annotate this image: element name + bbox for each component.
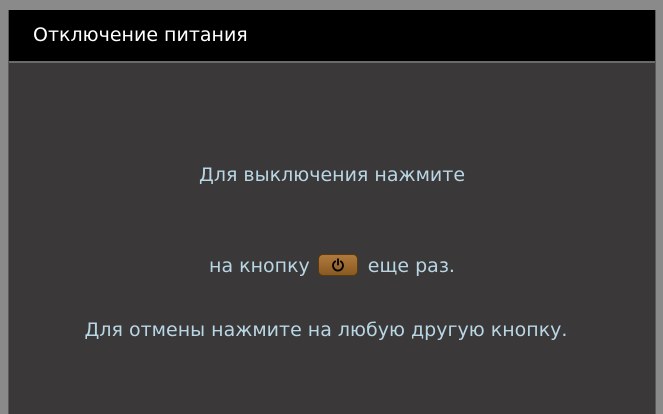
- instruction-line-2-before: на кнопку: [209, 255, 310, 277]
- instruction-line-1: Для выключения нажмите: [198, 164, 466, 186]
- title-bar: Отключение питания: [9, 10, 655, 63]
- power-icon: [331, 257, 344, 271]
- power-key-icon: [317, 253, 358, 276]
- screen-frame: Отключение питания Для выключения нажмит…: [0, 0, 663, 414]
- dialog-title: Отключение питания: [33, 24, 248, 46]
- power-off-dialog: Отключение питания Для выключения нажмит…: [8, 10, 656, 414]
- cancel-instruction: Для отмены нажмите на любую другую кнопк…: [84, 319, 568, 341]
- instruction-line-2: на кнопку еще раз.: [9, 253, 655, 277]
- instruction-line-2-after: еще раз.: [367, 255, 455, 277]
